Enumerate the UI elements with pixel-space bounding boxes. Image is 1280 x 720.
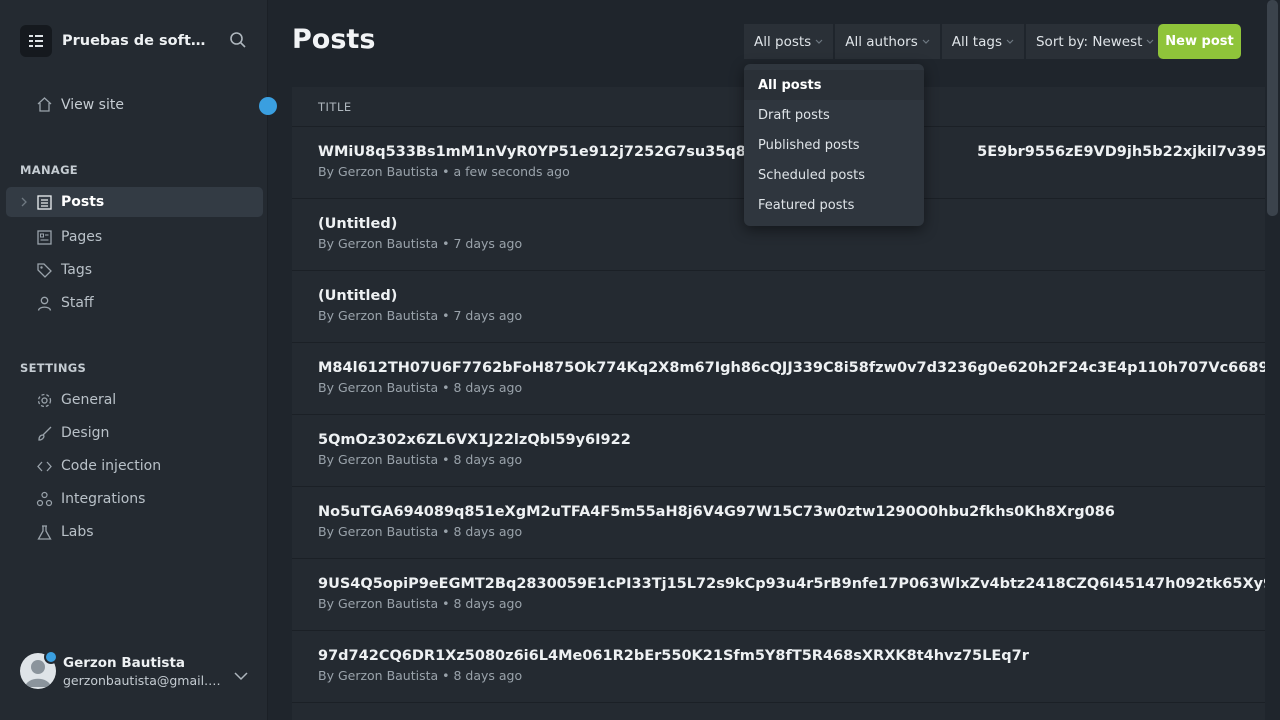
chevron-down-icon [1006,39,1014,44]
sidebar-item-label: General [61,392,117,408]
post-title: 97d742CQ6DR1Xz5080z6i6L4Me061R2bEr550K21… [318,648,1029,664]
integrations-icon [36,491,53,506]
staff-icon [37,296,52,311]
table-row[interactable]: No5uTGA694089q851eXgM2uTFA4F5m55aH8j6V4G… [292,487,1265,559]
user-name: Gerzon Bautista [63,654,186,671]
manage-section-title: MANAGE [20,163,78,177]
chevron-down-icon [922,39,930,44]
post-title: (Untitled) [318,288,398,304]
dropdown-item-scheduled-posts[interactable]: Scheduled posts [744,160,924,190]
filter-author-label: All authors [845,33,918,50]
scrollbar-thumb[interactable] [1267,0,1278,216]
view-site-link[interactable]: View site [36,96,124,113]
brand-name: Pruebas de software [62,33,218,49]
filter-sort[interactable]: Sort by: Newest [1025,24,1165,59]
dropdown-item-featured-posts[interactable]: Featured posts [744,190,924,220]
sidebar-item-label: Integrations [61,491,146,507]
table-row[interactable]: 9US4Q5opiP9eEGMT2Bq2830059E1cPI33Tj15L72… [292,559,1265,631]
page-title: Posts [292,24,376,55]
home-icon [37,97,52,112]
filter-author[interactable]: All authors [835,24,940,59]
sidebar-item-label: Pages [61,229,103,245]
sidebar-item-label: Tags [61,262,92,278]
sidebar: Pruebas de software View site MANAGE Pos… [0,0,277,720]
post-title: 5QmOz302x6ZL6VX1J22lzQbI59y6I922 [318,432,631,448]
chevron-down-icon[interactable] [234,666,248,685]
sidebar-item-design[interactable]: Design [6,418,263,448]
settings-section-title: SETTINGS [20,361,87,375]
sidebar-item-integrations[interactable]: Integrations [6,484,263,514]
chevron-down-icon [1147,39,1154,44]
sidebar-item-code-injection[interactable]: Code injection [6,451,263,481]
sidebar-item-posts[interactable]: Posts [6,187,263,217]
post-type-dropdown: All posts Draft posts Published posts Sc… [744,64,924,226]
gear-icon [37,393,52,407]
table-row[interactable]: 97d742CQ6DR1Xz5080z6i6L4Me061R2bEr550K21… [292,631,1265,703]
filter-sort-label: Sort by: Newest [1035,33,1143,50]
chevron-right-icon [21,197,27,207]
post-title: 9US4Q5opiP9eEGMT2Bq2830059E1cPI33Tj15L72… [318,576,1265,592]
user-email: gerzonbautista@gmail.com [63,672,223,688]
post-meta: By Gerzon Bautista • 8 days ago [318,380,523,395]
post-title: No5uTGA694089q851eXgM2uTFA4F5m55aH8j6V4G… [318,504,1115,520]
brand[interactable]: Pruebas de software [20,24,218,58]
search-icon[interactable] [229,31,247,53]
sidebar-item-label: Design [61,425,110,441]
brush-icon [38,426,52,441]
sidebar-item-label: Posts [61,194,105,210]
sidebar-item-pages[interactable]: Pages [6,222,263,252]
filter-bar: All posts All authors All tags Sort by: … [744,24,1166,59]
filter-type[interactable]: All posts [744,24,834,59]
brand-logo-icon [20,25,52,57]
sidebar-item-label: Labs [61,524,94,540]
filter-type-label: All posts [754,33,812,50]
table-row[interactable]: M84l612TH07U6F7762bFoH875Ok774Kq2X8m67Ig… [292,343,1265,415]
table-row[interactable]: (Untitled) By Gerzon Bautista • 7 days a… [292,271,1265,343]
sidebar-item-general[interactable]: General [6,385,263,415]
post-meta: By Gerzon Bautista • 7 days ago [318,308,523,323]
filter-tag[interactable]: All tags [941,24,1024,59]
flask-icon [37,524,52,540]
post-title: M84l612TH07U6F7762bFoH875Ok774Kq2X8m67Ig… [318,360,1265,376]
filter-tag-label: All tags [951,33,1002,50]
posts-icon [37,194,52,210]
post-meta: By Gerzon Bautista • 7 days ago [318,236,523,251]
post-meta: By Gerzon Bautista • 8 days ago [318,668,523,683]
sidebar-item-label: Staff [61,295,94,311]
post-meta: By Gerzon Bautista • 8 days ago [318,452,523,467]
view-site-label: View site [61,96,124,113]
sidebar-item-staff[interactable]: Staff [6,288,263,318]
chevron-down-icon [815,39,823,44]
sidebar-item-label: Code injection [61,458,162,474]
sidebar-item-tags[interactable]: Tags [6,255,263,285]
dropdown-item-draft-posts[interactable]: Draft posts [744,100,924,130]
notification-dot[interactable] [259,97,277,115]
new-post-button[interactable]: New post [1158,24,1241,59]
tag-icon [37,262,52,278]
post-meta: By Gerzon Bautista • 8 days ago [318,524,523,539]
sidebar-item-labs[interactable]: Labs [6,517,263,547]
avatar-notification-badge [44,650,58,664]
dropdown-item-published-posts[interactable]: Published posts [744,130,924,160]
post-meta: By Gerzon Bautista • 8 days ago [318,596,523,611]
dropdown-item-all-posts[interactable]: All posts [744,70,924,100]
code-icon [37,461,52,471]
pages-icon [37,229,52,245]
table-row[interactable]: 5QmOz302x6ZL6VX1J22lzQbI59y6I922 By Gerz… [292,415,1265,487]
